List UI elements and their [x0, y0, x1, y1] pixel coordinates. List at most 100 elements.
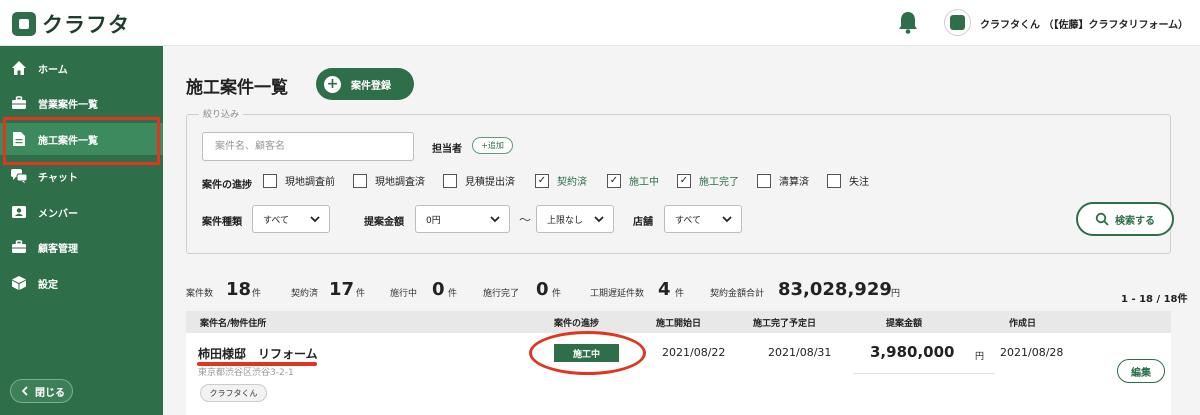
sidebar-item-settings[interactable]: 設定: [0, 268, 163, 298]
amount-max-select[interactable]: 上限なし: [536, 205, 614, 233]
user-name[interactable]: クラフタくん （【佐藤】クラフタリフォーム）: [980, 16, 1188, 31]
search-button-label: 検索する: [1115, 215, 1155, 227]
sidebar-item-label: チャット: [38, 172, 78, 184]
cases-count-label: 案件数: [186, 289, 214, 299]
register-case-label: 案件登録: [351, 80, 391, 92]
contract-count-label: 契約済: [291, 289, 319, 299]
checkbox-box[interactable]: [353, 173, 367, 188]
column-created-date: 作成日: [1009, 319, 1037, 329]
chevron-down-icon: [310, 216, 320, 223]
created-date: 2021/08/28: [1000, 346, 1064, 359]
checkbox-box[interactable]: [827, 173, 841, 188]
case-address: 東京都渋谷区渋谷3-2-1: [198, 368, 294, 378]
table-row[interactable]: 柿田様邸 リフォーム 東京都渋谷区渋谷3-2-1 クラフタくん 施工中 2021…: [186, 331, 1171, 415]
checkbox-contracted[interactable]: ✓ 契約済: [535, 173, 587, 188]
checkmark-icon[interactable]: ✓: [677, 173, 691, 188]
stats-bar: 案件数 18 件 契約済 17 件 施行中 0 件 施行完了 0 件 工期遅延件…: [186, 278, 1186, 302]
progress-label: 案件の進捗: [202, 180, 252, 191]
sidebar-item-label: 設定: [38, 279, 58, 291]
checkmark-icon[interactable]: ✓: [535, 173, 549, 188]
sidebar-item-label: 顧客管理: [38, 243, 78, 255]
start-date: 2021/08/22: [662, 346, 726, 359]
checkbox-construction-complete[interactable]: ✓ 施工完了: [677, 173, 739, 188]
total-amount-label: 契約金額合計: [710, 289, 765, 299]
bell-icon[interactable]: [897, 10, 919, 34]
checkbox-estimate-submitted[interactable]: 見積提出済: [443, 173, 515, 188]
amount-divider: [854, 373, 994, 374]
cases-count-unit: 件: [252, 289, 262, 299]
add-assignee-button[interactable]: +追加: [472, 137, 513, 154]
close-sidebar-button[interactable]: 閉じる: [10, 379, 73, 403]
proposal-amount: 3,980,000: [870, 343, 955, 361]
shop-select[interactable]: すべて: [664, 205, 742, 233]
logo-text: クラフタ: [42, 13, 130, 37]
member-icon: [10, 203, 28, 221]
briefcase-icon: [10, 94, 28, 112]
case-kind-label: 案件種類: [202, 217, 242, 228]
sidebar-item-members[interactable]: メンバー: [0, 197, 163, 227]
register-case-button[interactable]: + 案件登録: [316, 68, 414, 100]
checkbox-settled[interactable]: 清算済: [757, 173, 809, 188]
main-content: 施工案件一覧 + 案件登録 絞り込み 担当者 +追加 案件の進捗 現地調査前 現…: [163, 46, 1200, 415]
shop-label: 店舗: [633, 217, 653, 228]
checkbox-survey-done[interactable]: 現地調査済: [353, 173, 425, 188]
total-amount-unit: 円: [891, 289, 901, 299]
pagination-info: 1 - 18 / 18件: [1121, 294, 1188, 305]
column-name: 案件名/物件住所: [200, 319, 267, 329]
proposal-amount-unit: 円: [975, 352, 985, 362]
range-tilde: 〜: [519, 213, 532, 227]
done-count-unit: 件: [552, 289, 562, 299]
edit-button[interactable]: 編集: [1117, 359, 1165, 383]
proposal-amount-label: 提案金額: [364, 217, 404, 228]
end-date: 2021/08/31: [768, 346, 832, 359]
assignee-label: 担当者: [432, 144, 462, 155]
assignee-tag: クラフタくん: [200, 384, 267, 402]
sidebar-item-sales[interactable]: 営業案件一覧: [0, 88, 163, 118]
sidebar-item-home[interactable]: ホーム: [0, 53, 163, 83]
checkbox-lost[interactable]: 失注: [827, 173, 869, 188]
top-header: クラフタ クラフタくん （【佐藤】クラフタリフォーム）: [0, 0, 1200, 46]
total-amount-value: 83,028,929: [778, 279, 892, 300]
customer-icon: [10, 238, 28, 256]
sidebar-item-label: メンバー: [38, 208, 78, 220]
checkmark-icon[interactable]: ✓: [607, 173, 621, 188]
app-logo[interactable]: クラフタ: [12, 9, 130, 39]
search-input[interactable]: [202, 132, 414, 161]
search-button[interactable]: 検索する: [1076, 202, 1174, 236]
chevron-left-icon: [21, 386, 28, 396]
case-kind-select[interactable]: すべて: [252, 205, 330, 233]
logo-mark-icon: [12, 12, 36, 36]
sidebar-item-construction[interactable]: 施工案件一覧: [0, 123, 163, 155]
ongoing-count-value: 0: [432, 279, 445, 300]
checkbox-box[interactable]: [443, 173, 457, 188]
delay-count-value: 4: [658, 279, 671, 300]
avatar[interactable]: [944, 9, 971, 36]
delay-count-unit: 件: [675, 289, 685, 299]
sidebar-item-label: ホーム: [38, 64, 68, 76]
checkbox-in-construction[interactable]: ✓ 施工中: [607, 173, 659, 188]
done-count-value: 0: [536, 279, 549, 300]
sidebar-item-label: 営業案件一覧: [38, 99, 98, 111]
amount-min-select[interactable]: 0円: [415, 205, 510, 233]
avatar-logo-icon: [950, 15, 965, 30]
column-start-date: 施工開始日: [656, 319, 702, 329]
home-icon: [10, 59, 28, 77]
sidebar-item-chat[interactable]: チャット: [0, 161, 163, 191]
chevron-down-icon: [490, 216, 500, 223]
checkbox-box[interactable]: [757, 173, 771, 188]
delay-count-label: 工期遅延件数: [590, 289, 645, 299]
checkbox-survey-before[interactable]: 現地調査前: [263, 173, 335, 188]
chevron-down-icon: [594, 216, 604, 223]
sidebar-item-customers[interactable]: 顧客管理: [0, 232, 163, 262]
done-count-label: 施行完了: [483, 289, 520, 299]
document-icon: [10, 130, 28, 148]
column-amount: 提案金額: [886, 319, 923, 329]
page-title: 施工案件一覧: [186, 78, 288, 98]
column-end-date: 施工完了予定日: [753, 319, 817, 329]
checkbox-box[interactable]: [263, 173, 277, 188]
sidebar: ホーム 営業案件一覧 施工案件一覧 チャット メンバー 顧客管理 設定 閉じる: [0, 46, 163, 415]
sidebar-item-label: 施工案件一覧: [38, 135, 98, 147]
case-title-link[interactable]: 柿田様邸 リフォーム: [198, 345, 318, 362]
table-header: 案件名/物件住所 案件の進捗 施工開始日 施工完了予定日 提案金額 作成日: [186, 311, 1171, 333]
chat-icon: [10, 167, 28, 185]
